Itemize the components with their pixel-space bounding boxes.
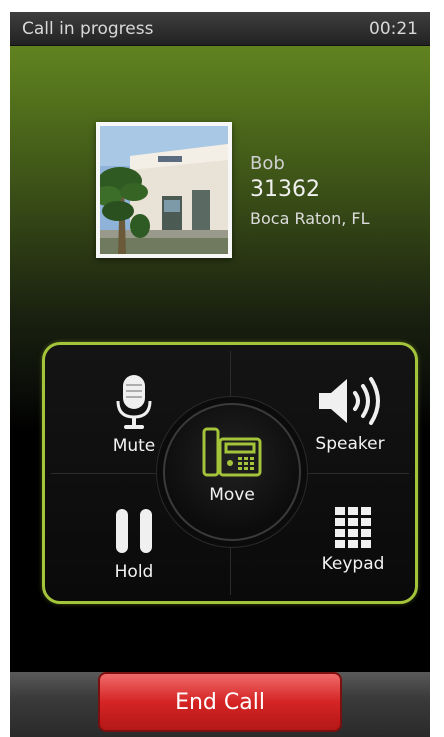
status-title: Call in progress	[22, 18, 154, 39]
call-screen: Call in progress 00:21 Bob 31362 Boca Ra…	[10, 12, 430, 737]
mute-button[interactable]: Mute	[89, 373, 179, 456]
call-timer: 00:21	[369, 18, 418, 39]
contact-info: Bob 31362 Boca Raton, FL	[250, 152, 370, 232]
hold-button[interactable]: Hold	[89, 505, 179, 582]
move-button[interactable]: Move	[163, 403, 301, 541]
keypad-grid-icon	[335, 507, 371, 548]
building-photo	[100, 126, 228, 254]
end-call-button[interactable]: End Call	[98, 672, 342, 732]
speaker-icon	[319, 377, 380, 425]
keypad-button[interactable]: Keypad	[303, 505, 403, 574]
speaker-button[interactable]: Speaker	[295, 373, 405, 454]
status-bar: Call in progress 00:21	[10, 12, 430, 46]
keypad-label: Keypad	[321, 554, 385, 574]
desk-phone-icon	[202, 427, 262, 477]
speaker-label: Speaker	[315, 434, 385, 454]
contact-name: Bob	[250, 153, 285, 174]
contact-number: 31362	[250, 177, 320, 202]
contact-location: Boca Raton, FL	[250, 209, 370, 228]
hold-label: Hold	[114, 562, 154, 582]
pause-icon	[116, 509, 152, 553]
microphone-icon	[116, 375, 152, 429]
contact-photo	[96, 122, 232, 258]
call-controls-panel: Mute Speaker Hold Keypad Move	[42, 342, 418, 604]
move-label: Move	[209, 485, 255, 505]
